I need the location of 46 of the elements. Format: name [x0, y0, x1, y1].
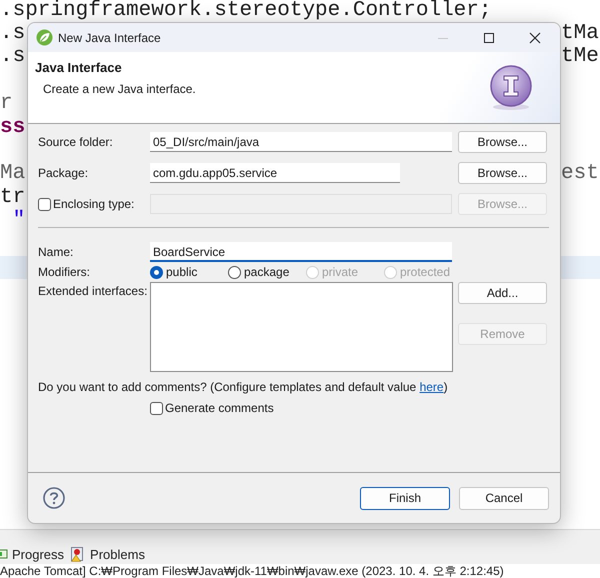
header-title: Java Interface [35, 60, 123, 75]
help-icon[interactable] [43, 487, 65, 509]
button[interactable]: Cancel [459, 486, 549, 510]
code-text: .s [0, 45, 26, 68]
field-label: Source folder: [38, 135, 114, 149]
radio-button[interactable] [150, 266, 163, 278]
leaf-icon [36, 29, 53, 46]
radio-button[interactable] [228, 266, 241, 278]
code-text: " [12, 209, 26, 232]
code-text: tMa [561, 22, 599, 45]
header-description: Create a new Java interface. [43, 82, 196, 96]
button[interactable]: Finish [360, 486, 450, 510]
checkbox-label[interactable]: Enclosing type: [53, 197, 134, 211]
field-label: Modifiers: [38, 265, 92, 279]
radio-label[interactable]: package [244, 265, 290, 279]
checkbox[interactable] [150, 402, 163, 414]
button[interactable]: Browse... [458, 131, 547, 153]
code-text: tr [0, 186, 26, 209]
code-text: tMe [561, 45, 599, 68]
close-icon[interactable] [529, 32, 541, 44]
text-field[interactable]: com.gdu.app05.service [150, 163, 400, 183]
button[interactable]: Browse... [458, 162, 547, 184]
field-label: Extended interfaces: [38, 283, 148, 298]
button[interactable]: Add... [458, 282, 547, 304]
code-text: .springframework.stereotype.Controller; [0, 0, 492, 22]
checkbox[interactable] [38, 198, 51, 210]
text-field[interactable]: 05_DI/src/main/java [150, 132, 452, 152]
code-text: Ma [0, 162, 26, 186]
field-label: Package: [38, 166, 90, 180]
here-link[interactable]: here [420, 380, 444, 394]
code-text: ss [0, 116, 26, 139]
comments-text: Do you want to add comments? (Configure templates and default value here) [38, 380, 449, 394]
maximize-icon[interactable] [483, 32, 495, 44]
console-text: Apache Tomcat] C:₩Program Files₩Java₩jdk-11₩bin₩javaw.exe (2023. 10. 4. 오후 2:12:45) [0, 564, 600, 578]
checkbox-label[interactable]: Generate comments [165, 401, 274, 415]
code-text: est [561, 162, 599, 186]
code-text: r [0, 92, 13, 116]
panel-tab[interactable]: Problems [70, 546, 145, 562]
text-field[interactable]: BoardService [150, 242, 452, 262]
interface-icon [489, 64, 533, 110]
field-label: Name: [38, 245, 74, 259]
window-title: New Java Interface [58, 30, 162, 44]
interfaces-list[interactable] [150, 282, 453, 372]
code-text: .s [0, 22, 26, 45]
radio-label[interactable]: public [166, 265, 198, 279]
panel-tab[interactable]: Progress [0, 546, 64, 562]
